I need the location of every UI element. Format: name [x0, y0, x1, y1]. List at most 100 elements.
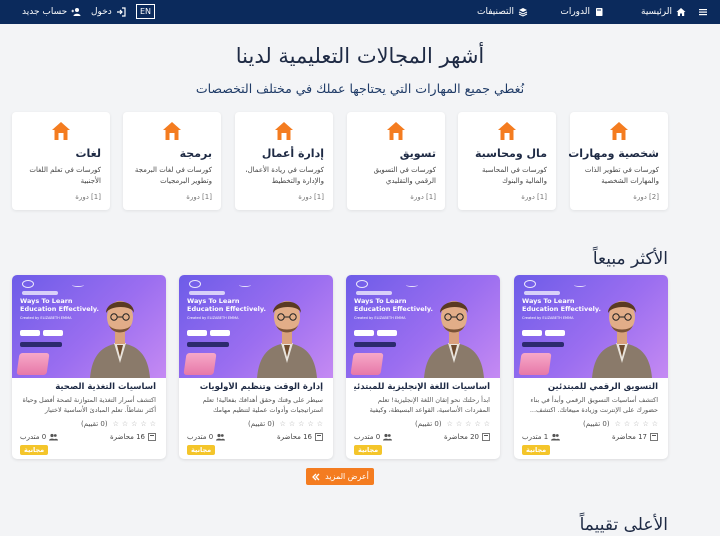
course-title[interactable]: أساسيات التغذية الصحية	[20, 382, 156, 392]
thumb-byline: Created by ELIZABETH EMMA	[187, 316, 239, 320]
star-icon: ☆	[465, 420, 472, 428]
thumb-pill	[187, 330, 207, 336]
star-icon: ☆	[633, 420, 640, 428]
category-desc: كورسات في تعلم اللغات الأجنبية	[29, 166, 101, 185]
lectures-info: 17 محاضرة	[612, 433, 658, 441]
lectures-info: 16 محاضرة	[277, 433, 323, 441]
menu-button[interactable]	[698, 0, 708, 24]
user-plus-icon	[71, 8, 81, 16]
category-desc: كورسات في التسويق الرقمي والتقليدي	[373, 166, 436, 185]
rating-count: (0 تقييم)	[248, 420, 275, 428]
star-icon: ☆	[288, 420, 296, 428]
course-title[interactable]: أساسيات اللغة الإنجليزية للمبتدئين	[354, 382, 490, 392]
nav-categories-link[interactable]: التصنيفات	[477, 0, 528, 24]
course-meta: 16 محاضرة 0 متدرب	[20, 433, 156, 443]
thumb-pill	[545, 330, 565, 336]
signup-link[interactable]: حساب جديد	[22, 0, 81, 24]
layers-icon	[518, 8, 528, 17]
double-chevron-left-icon	[312, 473, 320, 480]
free-badge: مجانية	[20, 445, 49, 455]
category-count: [1] دورة	[410, 193, 436, 201]
top-navbar: الرئيسية الدورات التصنيفات EN دخول حساب …	[0, 0, 720, 24]
house-icon	[498, 122, 516, 140]
thumb-bar	[522, 342, 564, 347]
category-card-personal[interactable]: شخصية ومهارات كورسات في تطوير الذات والم…	[568, 112, 668, 210]
students-info: 0 متدرب	[20, 433, 59, 441]
book-icon	[596, 8, 603, 16]
course-card[interactable]: Ways To Learn Education Effectively. Cre…	[179, 275, 333, 459]
instructor-photo-icon	[424, 301, 484, 378]
course-description: ابدأ رحلتك نحو إتقان اللغة الإنجليزية! ت…	[369, 396, 490, 414]
thumb-pill	[43, 330, 63, 336]
star-icon: ☆	[483, 420, 490, 428]
thumb-byline: Created by ELIZABETH EMMA	[522, 316, 574, 320]
star-icon: ☆	[651, 420, 658, 428]
book-illustration-icon	[518, 353, 552, 375]
category-title: تسويق	[399, 147, 436, 160]
hamburger-icon	[699, 9, 707, 16]
book-illustration-icon	[350, 353, 384, 375]
rating-count: (0 تقييم)	[415, 420, 442, 428]
nav-courses-link[interactable]: الدورات	[560, 0, 604, 24]
category-card-languages[interactable]: لغات كورسات في تعلم اللغات الأجنبية [1] …	[12, 112, 110, 210]
course-description: اكتشف أسرار التغذية المتوازنة لصحة أفضل …	[22, 396, 156, 414]
language-toggle[interactable]: EN	[136, 4, 156, 19]
signup-label: حساب جديد	[22, 7, 68, 17]
category-card-programming[interactable]: برمجة كورسات في لغات البرمجة وتطوير البر…	[123, 112, 221, 210]
course-title[interactable]: التسويق الرقمي للمبتدئين	[522, 382, 658, 392]
rating-count: (0 تقييم)	[583, 420, 610, 428]
course-card[interactable]: Ways To Learn Education Effectively. Cre…	[346, 275, 500, 459]
course-card[interactable]: Ways To Learn Education Effectively. Cre…	[514, 275, 668, 459]
book-illustration-icon	[16, 353, 50, 375]
decor-loop-icon	[189, 280, 201, 288]
login-icon	[116, 7, 126, 17]
category-card-finance[interactable]: مال ومحاسبة كورسات في المحاسبة والمالية …	[458, 112, 556, 210]
course-meta: 16 محاضرة 0 متدرب	[187, 433, 323, 443]
star-icon: ☆	[642, 420, 649, 428]
lectures-icon	[148, 433, 156, 441]
decor-wave-icon	[72, 283, 84, 287]
decor-wave-icon	[574, 283, 586, 287]
category-card-marketing[interactable]: تسويق كورسات في التسويق الرقمي والتقليدي…	[347, 112, 445, 210]
course-meta: 20 محاضرة 0 متدرب	[354, 433, 490, 443]
category-count: [1] دورة	[186, 193, 212, 201]
nav-courses-label: الدورات	[560, 7, 590, 17]
thumb-pill	[377, 330, 397, 336]
category-desc: كورسات في تطوير الذات والمهارات الشخصية	[584, 166, 659, 185]
category-card-business[interactable]: إدارة أعمال كورسات في ريادة الأعمال، وال…	[235, 112, 333, 210]
students-count: 0 متدرب	[187, 433, 214, 441]
course-card[interactable]: Ways To Learn Education Effectively. Cre…	[12, 275, 166, 459]
book-illustration-icon	[183, 353, 217, 375]
show-more-button[interactable]: أعرض المزيد	[306, 468, 374, 485]
course-title[interactable]: إدارة الوقت وتنظيم الأولويات	[187, 382, 323, 392]
star-icon: ☆	[307, 420, 314, 428]
star-icon: ☆	[316, 420, 323, 428]
course-thumbnail: Ways To Learn Education Effectively. Cre…	[12, 275, 166, 378]
nav-home-link[interactable]: الرئيسية	[641, 0, 686, 24]
rating-stars: ☆ ☆ ☆ ☆ ☆ (0 تقييم)	[248, 420, 323, 428]
star-icon: ☆	[298, 420, 305, 428]
course-thumbnail: Ways To Learn Education Effectively. Cre…	[179, 275, 333, 378]
instructor-photo-icon	[257, 301, 317, 378]
thumb-pill	[522, 330, 542, 336]
rating-stars: ☆ ☆ ☆ ☆ ☆ (0 تقييم)	[415, 420, 490, 428]
lectures-icon	[315, 433, 323, 441]
house-icon	[275, 122, 293, 140]
best-selling-title: الأكثر مبيعاً	[592, 249, 668, 269]
category-desc: كورسات في ريادة الأعمال، والإدارة والتخط…	[245, 166, 324, 185]
thumb-pill	[20, 330, 40, 336]
login-link[interactable]: دخول	[91, 0, 126, 24]
house-icon	[163, 122, 181, 140]
instructor-photo-icon	[90, 301, 150, 378]
free-badge: مجانية	[354, 445, 383, 455]
category-count: [1] دورة	[521, 193, 547, 201]
page-subtitle: نُغطي جميع المهارات التي يحتاجها عملك في…	[195, 81, 525, 96]
thumb-tag	[189, 291, 225, 295]
star-icon: ☆	[149, 420, 156, 428]
thumb-byline: Created by ELIZABETH EMMA	[354, 316, 406, 320]
category-count: [2] دورة	[633, 193, 659, 201]
free-badge: مجانية	[187, 445, 216, 455]
decor-loop-icon	[524, 280, 536, 288]
category-title: مال ومحاسبة	[475, 147, 547, 160]
star-icon: ☆	[455, 420, 463, 428]
